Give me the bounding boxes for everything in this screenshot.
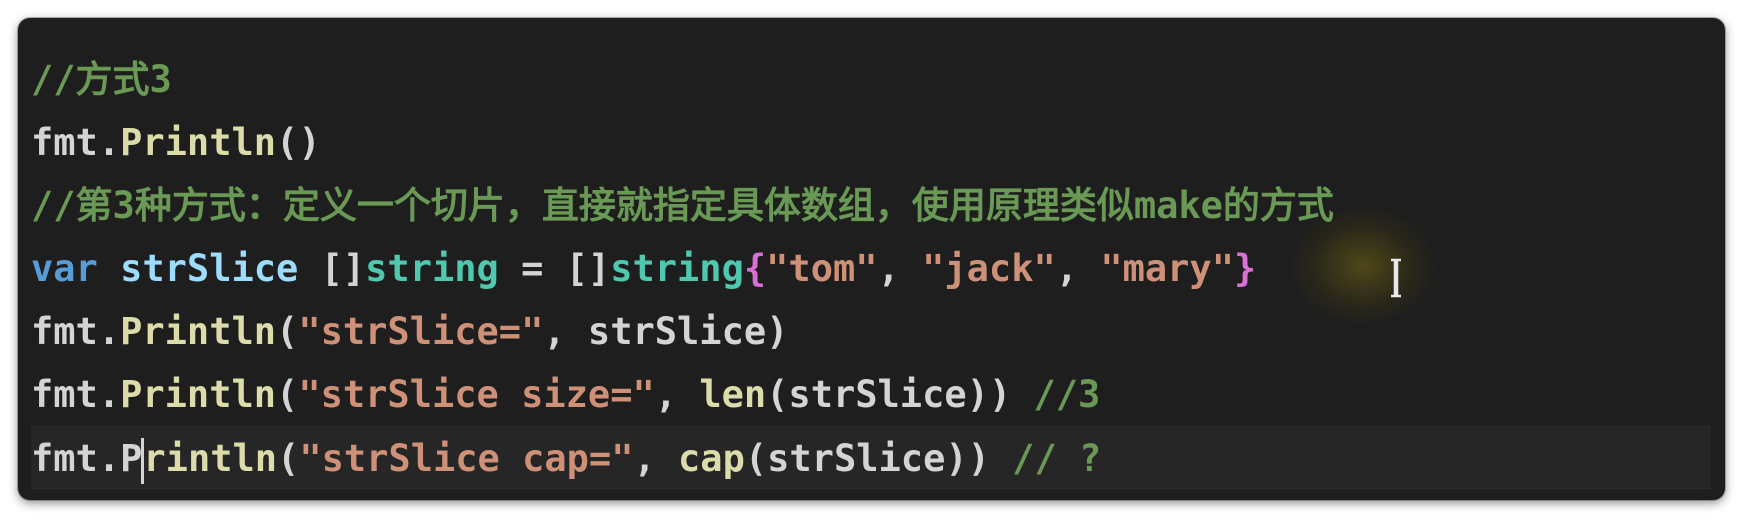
code-token-fn: Println [120, 121, 277, 164]
code-token-str: "tom" [766, 247, 878, 290]
code-token-plain: , [654, 373, 700, 416]
code-line[interactable]: fmt.Println("strSlice=", strSlice) [31, 300, 1711, 363]
code-token-plain: fmt.P [31, 437, 143, 480]
code-token-plain: , [633, 437, 679, 480]
code-line[interactable]: //方式3 [31, 48, 1711, 111]
code-token-type: string [610, 247, 744, 290]
code-token-str: "strSlice size=" [298, 373, 655, 416]
code-token-plain: fmt. [31, 310, 121, 353]
code-token-type: string [365, 247, 499, 290]
code-token-var: strSlice [120, 247, 299, 290]
code-token-brace: { [743, 247, 767, 290]
code-line[interactable]: //第3种方式：定义一个切片，直接就指定具体数组，使用原理类似make的方式 [31, 174, 1711, 237]
code-token-str: "strSlice=" [298, 310, 544, 353]
code-token-plain: () [276, 121, 321, 164]
code-token-plain: ( [277, 437, 300, 480]
code-token-fn: Println [120, 373, 277, 416]
code-line[interactable]: fmt.Println() [31, 111, 1711, 174]
code-token-plain: , [1055, 247, 1101, 290]
code-token-plain: (strSlice)) [744, 437, 1013, 480]
code-line[interactable]: var strSlice []string = []string{"tom", … [31, 237, 1711, 300]
code-editor-window: //方式3 fmt.Println()//第3种方式：定义一个切片，直接就指定具体… [18, 18, 1725, 500]
code-token-str: "mary" [1100, 247, 1234, 290]
code-token-fn: cap [678, 437, 745, 480]
code-line-current[interactable]: fmt.Println("strSlice cap=", cap(strSlic… [31, 426, 1711, 489]
code-token-comment: // ? [1012, 437, 1102, 480]
code-token-fn: rintln [143, 437, 278, 480]
code-token-brace: } [1233, 247, 1257, 290]
code-token-comment: //3 [1033, 373, 1101, 416]
code-token-plain: = [] [498, 247, 611, 290]
code-token-kw: var [31, 247, 98, 290]
code-token-plain: fmt. [31, 121, 121, 164]
code-token-plain: , strSlice) [543, 310, 789, 353]
code-token-str: "strSlice cap=" [299, 437, 634, 480]
code-token-fn: Println [120, 310, 277, 353]
text-ibeam-cursor-icon [1391, 258, 1401, 298]
code-line[interactable]: fmt.Println("strSlice size=", len(strSli… [31, 363, 1711, 426]
code-token-plain: ( [276, 373, 299, 416]
code-token-plain: fmt. [31, 373, 121, 416]
code-token-fn: len [699, 373, 767, 416]
code-area[interactable]: //方式3 fmt.Println()//第3种方式：定义一个切片，直接就指定具体… [31, 48, 1711, 489]
code-token-plain: [] [298, 247, 366, 290]
code-token-comment: //第3种方式：定义一个切片，直接就指定具体数组，使用原理类似make的方式 [31, 184, 1334, 227]
code-token-plain: (strSlice)) [766, 373, 1034, 416]
code-token-str: "jack" [922, 247, 1056, 290]
code-token-plain: ( [276, 310, 299, 353]
code-token-plain: , [877, 247, 923, 290]
code-token-comment: //方式3 [31, 58, 172, 101]
